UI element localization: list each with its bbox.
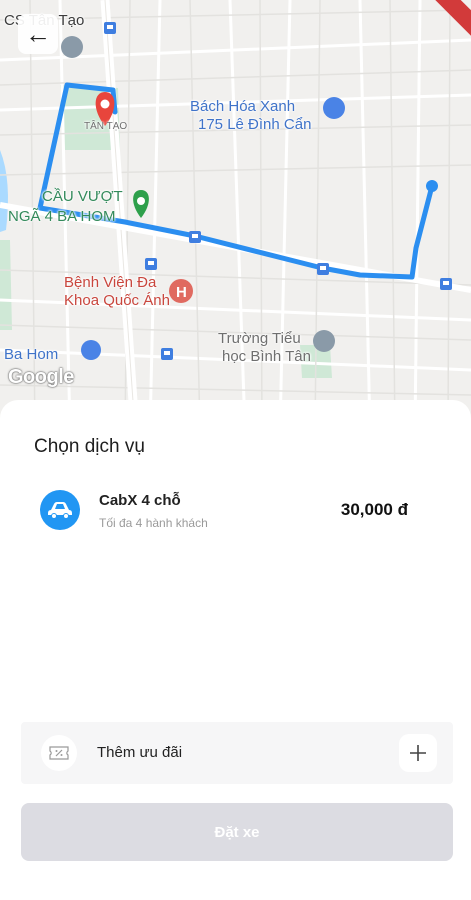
google-logo: Google [8, 366, 74, 388]
service-option-cabx-4[interactable]: CabX 4 chỗ Tối đa 4 hành khách 30,000 đ [40, 488, 440, 538]
sheet-title: Chọn dịch vụ [34, 436, 145, 457]
map-label-truong-tieu: Trường Tiểu [218, 330, 301, 347]
car-icon [40, 490, 80, 530]
ticket-icon [41, 735, 77, 771]
add-promo-button[interactable] [399, 734, 437, 772]
plus-icon [410, 745, 426, 761]
service-name: CabX 4 chỗ [99, 492, 181, 509]
map-label-cau-vuot: CẦU VƯỢT [42, 188, 123, 205]
map-label-hoc-binh-tan: học Bình Tân [222, 348, 311, 365]
map-label-bach-hoa-address: 175 Lê Đình Cẩn [198, 116, 312, 133]
service-price: 30,000 đ [340, 500, 408, 519]
promo-label: Thêm ưu đãi [97, 744, 183, 761]
arrow-left-icon: ← [25, 19, 51, 49]
book-ride-button[interactable]: Đặt xe [21, 803, 453, 861]
map-label-tan-tao: TÂN TẠO [84, 121, 128, 132]
service-bottom-sheet: Chọn dịch vụ CabX 4 chỗ Tối đa 4 hành kh… [0, 400, 471, 900]
map-view[interactable]: H CS Tân Tạo TÂN TẠO Bách Hóa Xanh 175 L… [0, 0, 471, 430]
map-label-benh-vien: Bệnh Viện Đa [64, 274, 157, 291]
svg-text:H: H [176, 284, 187, 301]
map-label-nga-4-ba-hom: NGÃ 4 BA HOM [8, 208, 116, 225]
service-capacity: Tối đa 4 hành khách [99, 516, 208, 530]
map-label-ba-hom: Ba Hom [4, 346, 59, 363]
map-label-quoc-anh: Khoa Quốc Ánh [64, 292, 170, 309]
map-label-bach-hoa-xanh: Bách Hóa Xanh [190, 98, 296, 115]
add-promo-row[interactable]: Thêm ưu đãi [21, 722, 453, 784]
back-button[interactable]: ← [18, 14, 58, 54]
